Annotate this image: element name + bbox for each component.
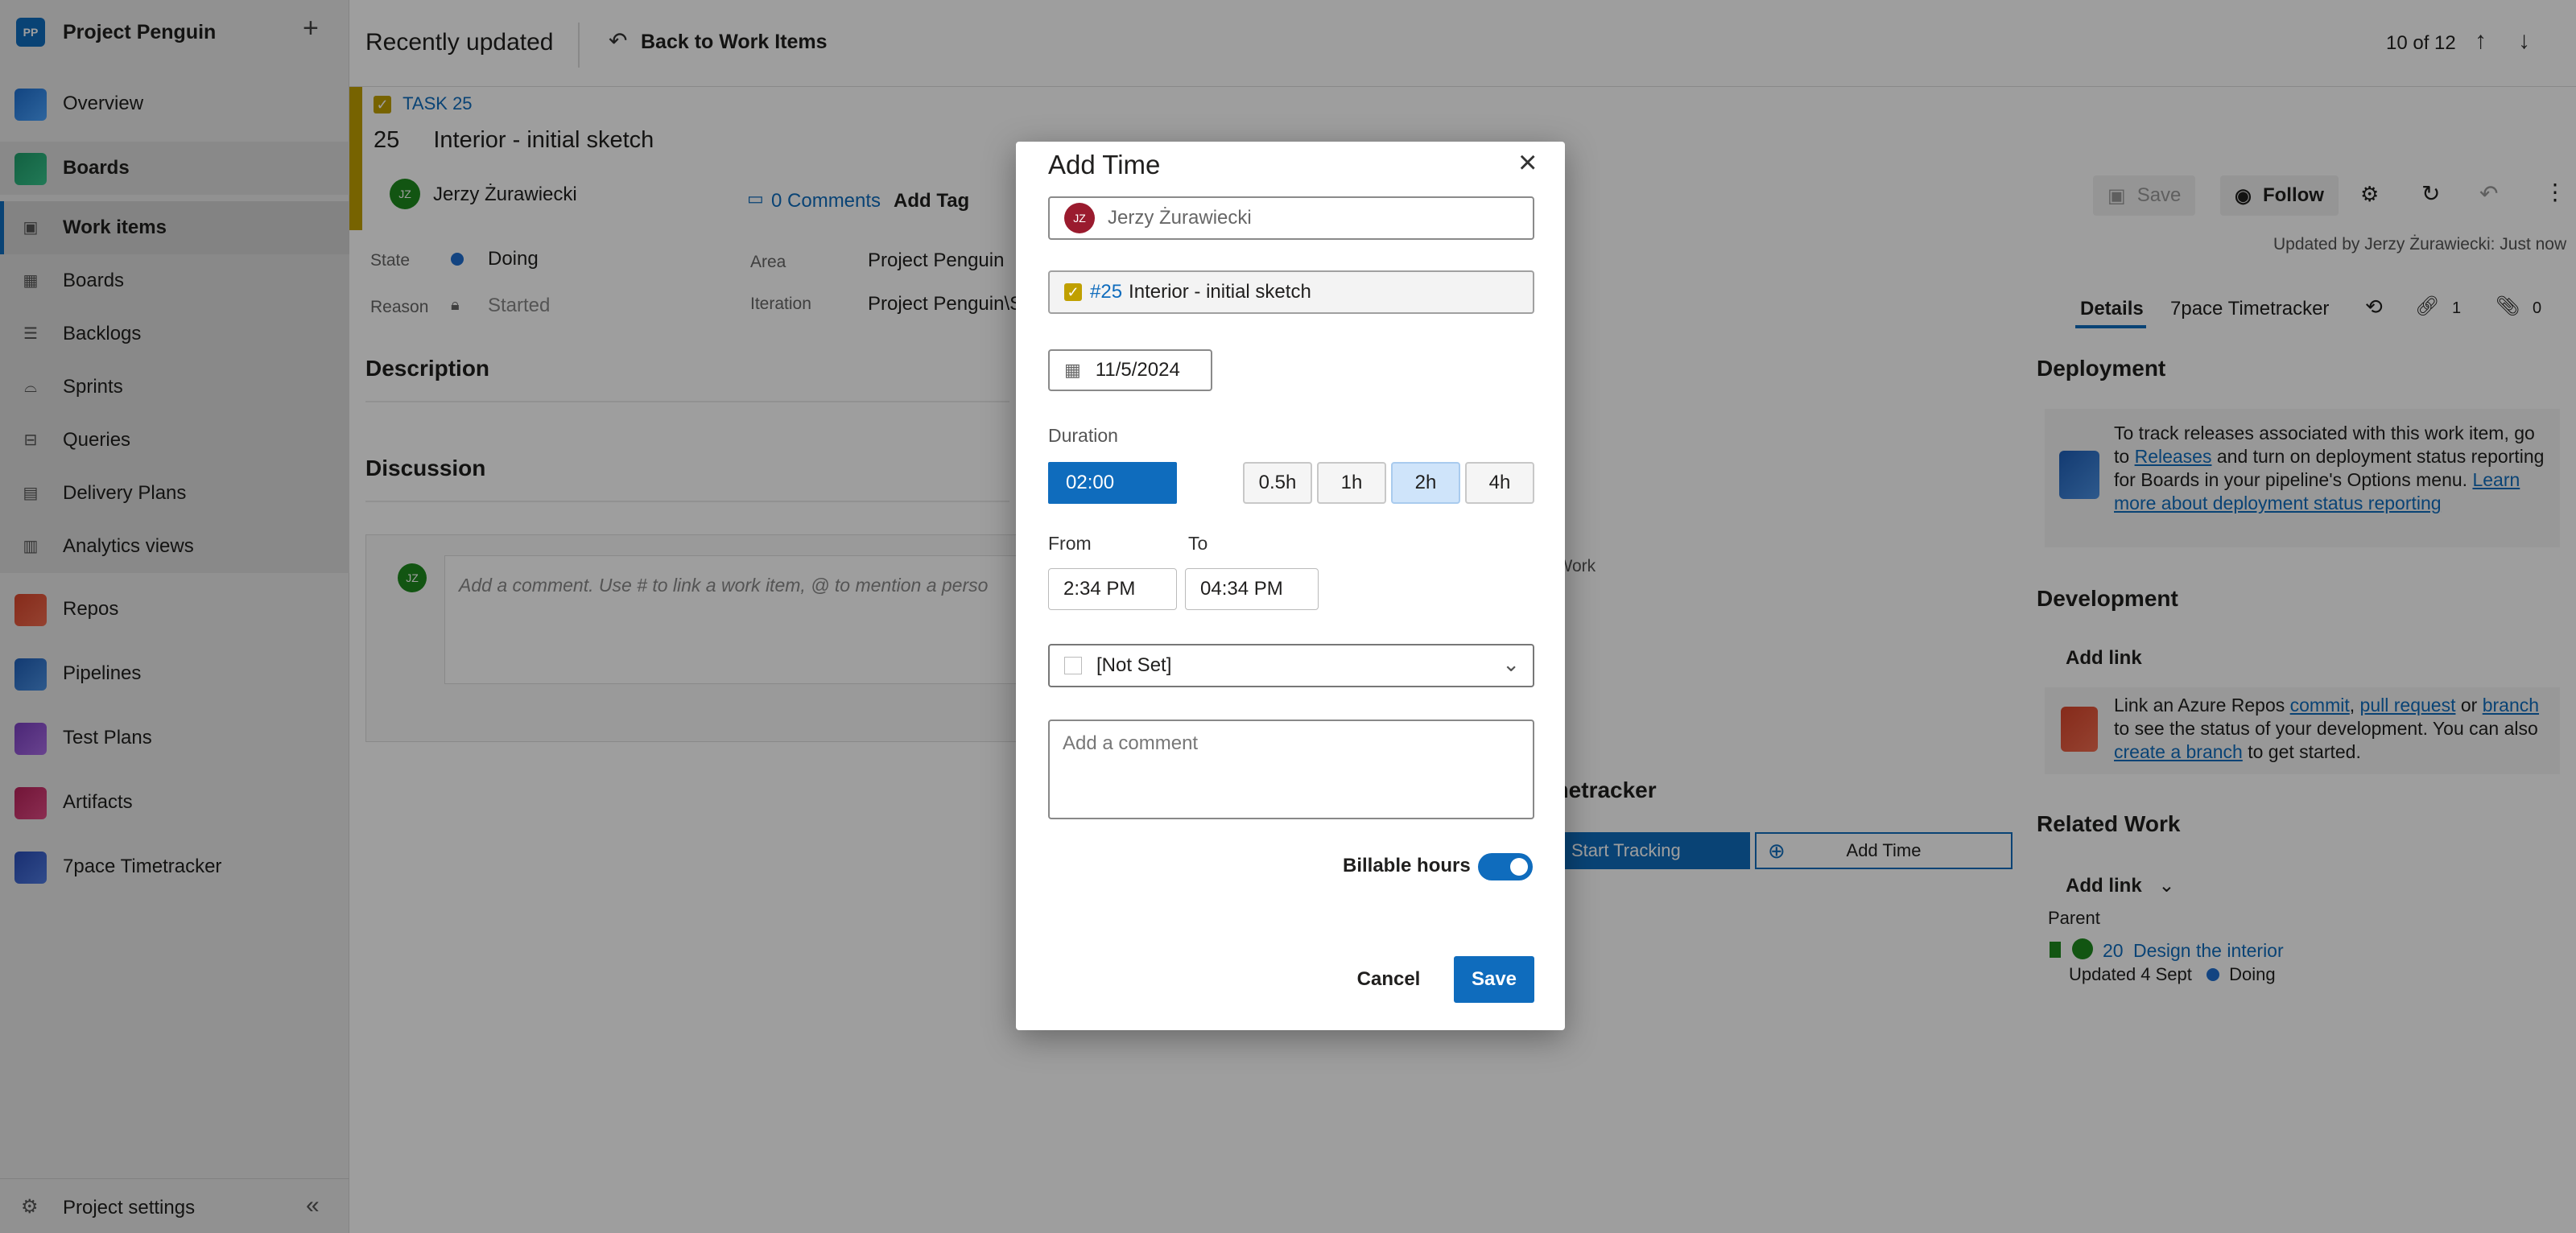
activity-select[interactable]: [Not Set] ⌄ — [1048, 644, 1534, 687]
quick-4h-button[interactable]: 4h — [1465, 462, 1534, 504]
comment-placeholder: Add a comment — [1063, 732, 1199, 754]
add-time-dialog: Add Time × JZ Jerzy Żurawiecki ✓ #25 Int… — [1016, 142, 1565, 1030]
duration-input[interactable]: 02:00 — [1048, 462, 1177, 504]
user-avatar: JZ — [1064, 203, 1095, 233]
activity-value: [Not Set] — [1096, 654, 1172, 676]
comment-textarea[interactable]: Add a comment — [1048, 720, 1534, 819]
user-field[interactable]: JZ Jerzy Żurawiecki — [1048, 196, 1534, 240]
cancel-button[interactable]: Cancel — [1340, 956, 1438, 1003]
quick-1h-button[interactable]: 1h — [1317, 462, 1386, 504]
task-icon: ✓ — [1064, 283, 1082, 301]
to-label: To — [1188, 533, 1208, 554]
from-label: From — [1048, 533, 1092, 554]
date-picker[interactable]: ▦ 11/5/2024 — [1048, 349, 1212, 391]
dialog-save-button[interactable]: Save — [1454, 956, 1534, 1003]
chevron-down-icon: ⌄ — [1502, 652, 1520, 676]
duration-label: Duration — [1048, 425, 1118, 446]
close-icon[interactable]: × — [1518, 145, 1537, 181]
quick-0-5h-button[interactable]: 0.5h — [1243, 462, 1312, 504]
to-time-input[interactable]: 04:34 PM — [1185, 568, 1319, 610]
date-value: 11/5/2024 — [1095, 359, 1180, 381]
calendar-icon: ▦ — [1064, 360, 1081, 380]
from-time-input[interactable]: 2:34 PM — [1048, 568, 1177, 610]
quick-2h-button[interactable]: 2h — [1391, 462, 1460, 504]
billable-toggle[interactable] — [1478, 853, 1533, 880]
user-name: Jerzy Żurawiecki — [1108, 207, 1252, 229]
work-item-ref-id: #25 — [1090, 281, 1123, 303]
work-item-ref-title: Interior - initial sketch — [1129, 281, 1311, 303]
billable-label: Billable hours — [1343, 855, 1471, 876]
work-item-field[interactable]: ✓ #25 Interior - initial sketch — [1048, 270, 1534, 314]
activity-color-swatch — [1064, 657, 1082, 674]
dialog-title: Add Time — [1048, 150, 1161, 179]
